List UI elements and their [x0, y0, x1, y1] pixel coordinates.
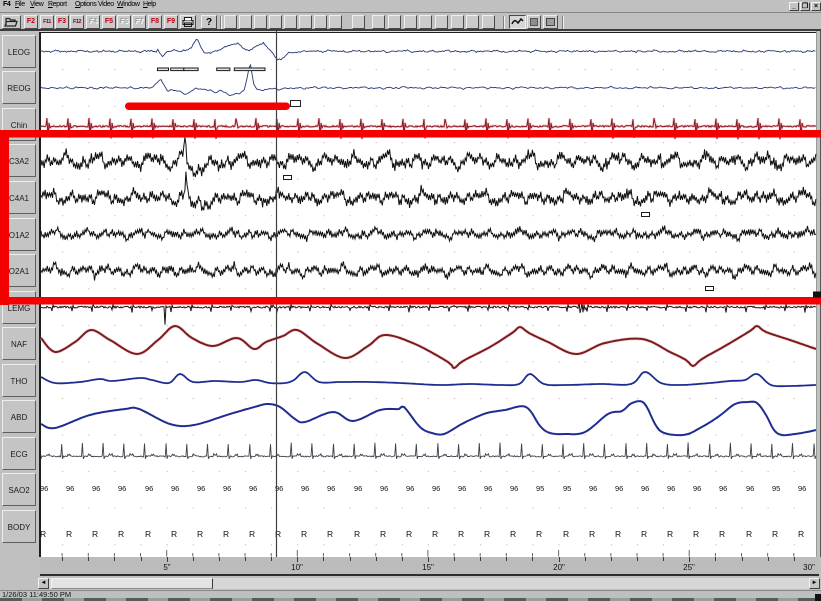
- svg-text:R: R: [380, 529, 386, 539]
- svg-text:96: 96: [354, 484, 362, 493]
- svg-text:96: 96: [40, 484, 48, 493]
- svg-text:96: 96: [510, 484, 518, 493]
- svg-text:R: R: [589, 529, 595, 539]
- svg-text:96: 96: [118, 484, 126, 493]
- svg-text:96: 96: [380, 484, 388, 493]
- svg-text:R: R: [432, 529, 438, 539]
- svg-text:R: R: [615, 529, 621, 539]
- svg-text:96: 96: [615, 484, 623, 493]
- svg-text:96: 96: [327, 484, 335, 493]
- svg-text:R: R: [327, 529, 333, 539]
- svg-text:96: 96: [589, 484, 597, 493]
- svg-text:R: R: [484, 529, 490, 539]
- svg-text:95: 95: [563, 484, 571, 493]
- svg-text:R: R: [301, 529, 307, 539]
- svg-text:R: R: [641, 529, 647, 539]
- svg-text:R: R: [510, 529, 516, 539]
- svg-text:R: R: [458, 529, 464, 539]
- svg-text:R: R: [693, 529, 699, 539]
- svg-text:R: R: [223, 529, 229, 539]
- svg-text:96: 96: [693, 484, 701, 493]
- svg-text:R: R: [667, 529, 673, 539]
- svg-text:96: 96: [484, 484, 492, 493]
- svg-text:96: 96: [458, 484, 466, 493]
- svg-text:R: R: [197, 529, 203, 539]
- svg-text:R: R: [719, 529, 725, 539]
- svg-text:R: R: [249, 529, 255, 539]
- svg-text:96: 96: [798, 484, 806, 493]
- svg-text:96: 96: [667, 484, 675, 493]
- svg-text:96: 96: [145, 484, 153, 493]
- svg-text:96: 96: [432, 484, 440, 493]
- svg-text:R: R: [92, 529, 98, 539]
- svg-text:96: 96: [197, 484, 205, 493]
- svg-text:R: R: [406, 529, 412, 539]
- svg-text:R: R: [563, 529, 569, 539]
- svg-text:R: R: [66, 529, 72, 539]
- svg-text:R: R: [145, 529, 151, 539]
- svg-text:96: 96: [301, 484, 309, 493]
- svg-text:R: R: [746, 529, 752, 539]
- svg-text:96: 96: [171, 484, 179, 493]
- svg-text:R: R: [171, 529, 177, 539]
- svg-text:96: 96: [223, 484, 231, 493]
- svg-text:R: R: [798, 529, 804, 539]
- svg-text:R: R: [40, 529, 46, 539]
- svg-text:95: 95: [772, 484, 780, 493]
- svg-text:96: 96: [92, 484, 100, 493]
- svg-text:R: R: [772, 529, 778, 539]
- svg-text:96: 96: [406, 484, 414, 493]
- svg-text:96: 96: [719, 484, 727, 493]
- svg-text:96: 96: [66, 484, 74, 493]
- svg-text:R: R: [354, 529, 360, 539]
- svg-text:95: 95: [536, 484, 544, 493]
- svg-text:R: R: [536, 529, 542, 539]
- svg-text:96: 96: [641, 484, 649, 493]
- svg-text:R: R: [118, 529, 124, 539]
- svg-text:96: 96: [249, 484, 257, 493]
- svg-text:96: 96: [746, 484, 754, 493]
